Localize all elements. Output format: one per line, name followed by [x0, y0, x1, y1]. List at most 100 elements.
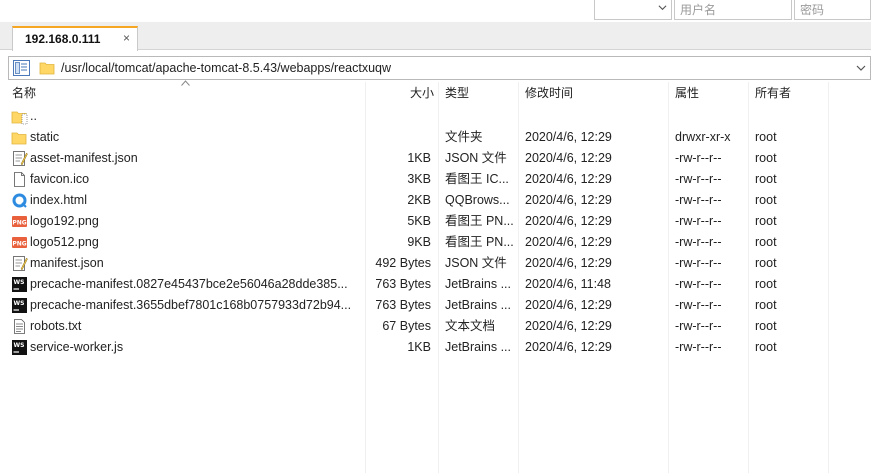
file-type: 文本文档 — [445, 319, 496, 333]
file-name: static — [30, 130, 60, 144]
file-modified: 2020/4/6, 12:29 — [525, 235, 612, 249]
file-type: 文件夹 — [445, 130, 483, 144]
file-name: asset-manifest.json — [30, 151, 138, 165]
folder-icon — [39, 62, 55, 75]
file-modified: 2020/4/6, 12:29 — [525, 172, 612, 186]
file-modified: 2020/4/6, 12:29 — [525, 193, 612, 207]
folder-up-icon — [11, 111, 28, 125]
file-type: JetBrains ... — [445, 298, 511, 312]
svg-text:WS: WS — [14, 300, 25, 307]
file-owner: root — [755, 193, 777, 207]
column-header-modified[interactable]: 修改时间 — [525, 82, 573, 104]
svg-text:PNG: PNG — [12, 241, 26, 248]
file-size: 1KB — [407, 151, 431, 165]
file-row[interactable]: static 文件夹 2020/4/6, 12:29 drwxr-xr-x ro… — [0, 127, 871, 148]
webstorm-file-icon: WS — [12, 277, 27, 292]
file-size: 5KB — [407, 214, 431, 228]
file-owner: root — [755, 319, 777, 333]
file-row[interactable]: asset-manifest.json 1KB JSON 文件 2020/4/6… — [0, 148, 871, 169]
close-icon[interactable]: × — [123, 31, 130, 45]
file-size: 2KB — [407, 193, 431, 207]
connection-bar: 用户名 密码 — [0, 0, 871, 22]
file-size: 763 Bytes — [375, 298, 431, 312]
file-owner: root — [755, 130, 777, 144]
file-name: precache-manifest.3655dbef7801c168b07579… — [30, 298, 352, 312]
file-name: manifest.json — [30, 256, 104, 270]
file-name: .. — [30, 109, 37, 123]
file-type: QQBrows... — [445, 193, 510, 207]
file-size: 67 Bytes — [382, 319, 431, 333]
session-tab-title: 192.168.0.111 — [25, 32, 101, 46]
file-attributes: -rw-r--r-- — [675, 193, 722, 207]
file-name: precache-manifest.0827e45437bce2e56046a2… — [30, 277, 348, 291]
file-owner: root — [755, 340, 777, 354]
column-header-owner[interactable]: 所有者 — [755, 82, 791, 104]
file-modified: 2020/4/6, 12:29 — [525, 214, 612, 228]
file-size: 492 Bytes — [375, 256, 431, 270]
file-row[interactable]: robots.txt 67 Bytes 文本文档 2020/4/6, 12:29… — [0, 316, 871, 337]
file-size: 763 Bytes — [375, 277, 431, 291]
file-owner: root — [755, 235, 777, 249]
browser-file-icon — [12, 193, 27, 208]
file-size: 1KB — [407, 340, 431, 354]
column-header-size[interactable]: 大小 — [410, 82, 434, 104]
svg-text:WS: WS — [14, 279, 25, 286]
file-owner: root — [755, 151, 777, 165]
file-attributes: -rw-r--r-- — [675, 256, 722, 270]
file-attributes: -rw-r--r-- — [675, 340, 722, 354]
file-row[interactable]: WS precache-manifest.0827e45437bce2e5604… — [0, 274, 871, 295]
file-owner: root — [755, 172, 777, 186]
file-type: 看图王 PN... — [445, 235, 514, 249]
file-row[interactable]: index.html 2KB QQBrows... 2020/4/6, 12:2… — [0, 190, 871, 211]
file-size — [365, 127, 431, 148]
file-row[interactable]: manifest.json 492 Bytes JSON 文件 2020/4/6… — [0, 253, 871, 274]
session-tab[interactable]: 192.168.0.111 × — [12, 26, 138, 51]
folder-icon — [11, 132, 27, 145]
file-row[interactable]: WS precache-manifest.3655dbef7801c168b07… — [0, 295, 871, 316]
text-file-icon — [14, 319, 25, 334]
file-name: robots.txt — [30, 319, 82, 333]
file-name: service-worker.js — [30, 340, 124, 354]
password-input[interactable]: 密码 — [794, 0, 871, 20]
chevron-down-icon — [658, 5, 667, 11]
file-modified: 2020/4/6, 12:29 — [525, 151, 612, 165]
file-size: 9KB — [407, 235, 431, 249]
json-file-icon — [13, 256, 28, 271]
file-attributes: -rw-r--r-- — [675, 298, 722, 312]
file-attributes: -rw-r--r-- — [675, 235, 722, 249]
file-attributes: -rw-r--r-- — [675, 277, 722, 291]
file-modified: 2020/4/6, 11:48 — [525, 277, 611, 291]
host-dropdown[interactable] — [594, 0, 672, 20]
session-tab-strip: 192.168.0.111 × — [0, 22, 871, 51]
file-modified: 2020/4/6, 12:29 — [525, 256, 612, 270]
path-input[interactable]: /usr/local/tomcat/apache-tomcat-8.5.43/w… — [61, 61, 391, 75]
file-owner: root — [755, 298, 777, 312]
column-header-type[interactable]: 类型 — [445, 82, 469, 104]
svg-text:PNG: PNG — [12, 220, 26, 227]
column-header-attributes[interactable]: 属性 — [675, 82, 699, 104]
file-name: favicon.ico — [30, 172, 90, 186]
tree-view-toggle-icon[interactable] — [13, 60, 30, 76]
file-modified: 2020/4/6, 12:29 — [525, 340, 612, 354]
username-input[interactable]: 用户名 — [674, 0, 792, 20]
path-bar: /usr/local/tomcat/apache-tomcat-8.5.43/w… — [8, 56, 871, 80]
file-attributes: -rw-r--r-- — [675, 214, 722, 228]
file-type: JetBrains ... — [445, 277, 511, 291]
file-row[interactable]: .. — [0, 106, 871, 127]
blank-file-icon — [14, 172, 25, 187]
column-header-name[interactable]: 名称 — [12, 82, 36, 104]
file-type: 看图王 IC... — [445, 172, 509, 186]
png-file-icon: PNG — [12, 237, 27, 248]
file-type: JSON 文件 — [445, 151, 507, 165]
file-row[interactable]: WS service-worker.js 1KB JetBrains ... 2… — [0, 337, 871, 358]
file-size: 3KB — [407, 172, 431, 186]
file-row[interactable]: favicon.ico 3KB 看图王 IC... 2020/4/6, 12:2… — [0, 169, 871, 190]
file-row[interactable]: PNG logo512.png 9KB 看图王 PN... 2020/4/6, … — [0, 232, 871, 253]
file-list-header: 名称 大小 类型 修改时间 属性 所有者 — [0, 82, 871, 104]
chevron-down-icon[interactable] — [856, 63, 866, 73]
png-file-icon: PNG — [12, 216, 27, 227]
webstorm-file-icon: WS — [12, 340, 27, 355]
file-row[interactable]: PNG logo192.png 5KB 看图王 PN... 2020/4/6, … — [0, 211, 871, 232]
file-modified: 2020/4/6, 12:29 — [525, 319, 612, 333]
file-owner: root — [755, 214, 777, 228]
